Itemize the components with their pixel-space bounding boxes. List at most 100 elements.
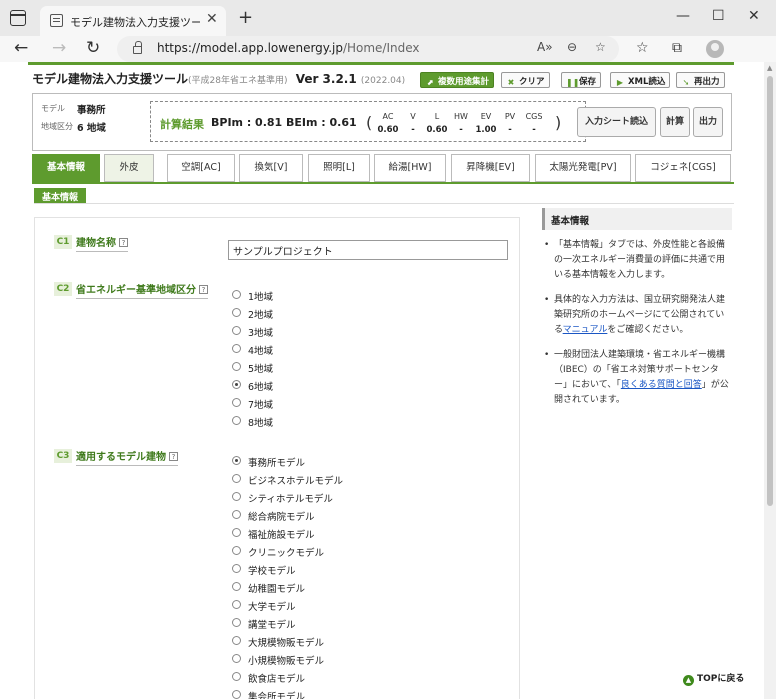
lock-icon — [133, 41, 142, 54]
to-top-link[interactable]: ▲ TOPに戻る — [683, 671, 744, 686]
url-text: https://model.app.lowenergy.jp/Home/Inde… — [157, 41, 420, 55]
col-value: - — [411, 125, 415, 135]
zoom-icon[interactable]: ⊖ — [567, 40, 577, 54]
col-value: 0.60 — [377, 125, 399, 135]
radio-icon — [232, 546, 241, 555]
app-title: モデル建物法入力支援ツール(平成28年省エネ基準用) Ver 3.2.1 (20… — [32, 72, 406, 86]
region-value: 6 地域 — [77, 123, 106, 134]
beim-value: BEIm : 0.61 — [286, 116, 357, 129]
section-tag: 基本情報 — [34, 188, 87, 204]
summary-panel: モデル 事務所 地域区分 6 地域 計算結果 BPIm : 0.81 BEIm … — [32, 93, 732, 151]
faq-link[interactable]: 良くある質問と回答 — [621, 380, 702, 390]
col-header: V — [410, 112, 416, 121]
save-button[interactable]: ❚❚保存 — [561, 72, 602, 88]
back-icon[interactable]: ← — [14, 38, 28, 58]
tab-actions-icon[interactable] — [10, 10, 26, 26]
col-header: AC — [382, 112, 394, 121]
url-bar[interactable]: https://model.app.lowenergy.jp/Home/Inde… — [117, 36, 619, 62]
model-label: モデル — [41, 104, 65, 113]
radio-icon — [232, 510, 241, 519]
radio-icon — [232, 398, 241, 407]
favorites-icon[interactable]: ☆ — [636, 40, 649, 56]
app-version: Ver 3.2.1 — [295, 72, 357, 86]
radio-icon — [232, 474, 241, 483]
refresh-icon[interactable]: ↻ — [86, 38, 100, 58]
tab-close-icon[interactable]: ✕ — [206, 11, 218, 27]
app-date: (2022.04) — [360, 76, 406, 86]
radio-selected-icon — [232, 456, 241, 465]
arrow-up-icon: ▲ — [683, 675, 694, 686]
radio-icon — [232, 308, 241, 317]
forward-icon[interactable]: → — [52, 38, 66, 58]
section-rule — [34, 203, 734, 204]
address-bar-row: ← → ↻ https://model.app.lowenergy.jp/Hom… — [0, 36, 776, 62]
close-window-icon[interactable]: ✕ — [748, 8, 760, 24]
scroll-thumb[interactable] — [767, 76, 773, 506]
tab-lighting[interactable]: 照明[L] — [308, 154, 370, 182]
profile-avatar[interactable] — [706, 40, 724, 58]
col-header: HW — [454, 112, 468, 121]
tab-envelope[interactable]: 外皮 — [104, 154, 154, 182]
tab-hot-water[interactable]: 給湯[HW] — [374, 154, 446, 182]
save-icon: ❚❚ — [566, 78, 580, 87]
radio-icon — [232, 416, 241, 425]
tab-pv[interactable]: 太陽光発電[PV] — [535, 154, 631, 182]
question-code-c1: C1 — [54, 235, 72, 249]
radio-icon — [232, 344, 241, 353]
tab-ventilation[interactable]: 換気[V] — [239, 154, 303, 182]
xml-read-button[interactable]: ▶ XML読込 — [610, 72, 671, 88]
radio-icon — [232, 672, 241, 681]
model-value: 事務所 — [77, 105, 106, 116]
browser-tab[interactable]: モデル建物法入力支援ツール (平成28年 ✕ — [40, 6, 226, 36]
add-favorite-icon[interactable]: ☆ — [595, 40, 606, 54]
vertical-scrollbar[interactable]: ▲ — [764, 62, 776, 699]
calc-button[interactable]: 計算 — [660, 107, 690, 137]
header-rule — [28, 62, 734, 65]
play-icon: ▶ — [616, 78, 624, 87]
col-value: 0.60 — [426, 125, 448, 135]
radio-icon — [232, 690, 241, 699]
col-header: EV — [480, 112, 492, 121]
maximize-icon[interactable]: ☐ — [712, 8, 725, 24]
help-icon[interactable]: ? — [169, 452, 178, 461]
radio-icon — [232, 492, 241, 501]
tab-basic-info[interactable]: 基本情報 — [32, 154, 100, 182]
clear-button[interactable]: ✖ クリア — [501, 72, 550, 88]
question-label-c2: 省エネルギー基準地域区分? — [76, 281, 208, 299]
col-header: CGS — [525, 112, 543, 121]
output-button[interactable]: 出力 — [693, 107, 723, 137]
col-value: - — [508, 125, 512, 135]
clear-icon: ✖ — [507, 78, 515, 87]
question-label-c3: 適用するモデル建物? — [76, 448, 178, 466]
radio-icon — [232, 582, 241, 591]
col-value: 1.00 — [475, 125, 497, 135]
building-name-input[interactable] — [228, 240, 508, 260]
input-sheet-button[interactable]: 入力シート読込 — [577, 107, 656, 137]
side-panel-title: 基本情報 — [542, 208, 732, 230]
tab-elevator[interactable]: 昇降機[EV] — [451, 154, 530, 182]
radio-icon — [232, 290, 241, 299]
close-paren: ) — [555, 113, 562, 132]
help-icon[interactable]: ? — [199, 285, 208, 294]
read-aloud-icon[interactable]: A» — [537, 40, 553, 54]
radio-icon — [232, 326, 241, 335]
re-output-button[interactable]: ➘ 再出力 — [676, 72, 725, 88]
main-tabs: 基本情報 外皮 空調[AC] 換気[V] 照明[L] 給湯[HW] 昇降機[EV… — [32, 154, 734, 183]
manual-link[interactable]: マニュアル — [563, 325, 608, 335]
tab-title: モデル建物法入力支援ツール (平成28年 — [70, 16, 200, 29]
browser-tab-strip: モデル建物法入力支援ツール (平成28年 ✕ + — ☐ ✕ — [0, 0, 776, 36]
bpim-value: BPIm : 0.81 — [211, 116, 283, 129]
question-code-c2: C2 — [54, 282, 72, 296]
collections-icon[interactable]: ⧉ — [672, 40, 682, 56]
minimize-icon[interactable]: — — [676, 8, 690, 24]
multi-use-button[interactable]: ⬈ 複数用途集計 — [420, 72, 495, 88]
scroll-up-icon[interactable]: ▲ — [767, 64, 772, 72]
tab-cgs[interactable]: コジェネ[CGS] — [635, 154, 731, 182]
question-code-c3: C3 — [54, 449, 72, 463]
tab-ac[interactable]: 空調[AC] — [167, 154, 235, 182]
new-tab-icon[interactable]: + — [238, 7, 253, 28]
result-box: 計算結果 BPIm : 0.81 BEIm : 0.61 ( AC 0.60 V… — [150, 101, 586, 142]
region-label: 地域区分 — [41, 122, 73, 131]
arrow-down-right-icon: ➘ — [682, 78, 690, 87]
help-icon[interactable]: ? — [119, 238, 128, 247]
